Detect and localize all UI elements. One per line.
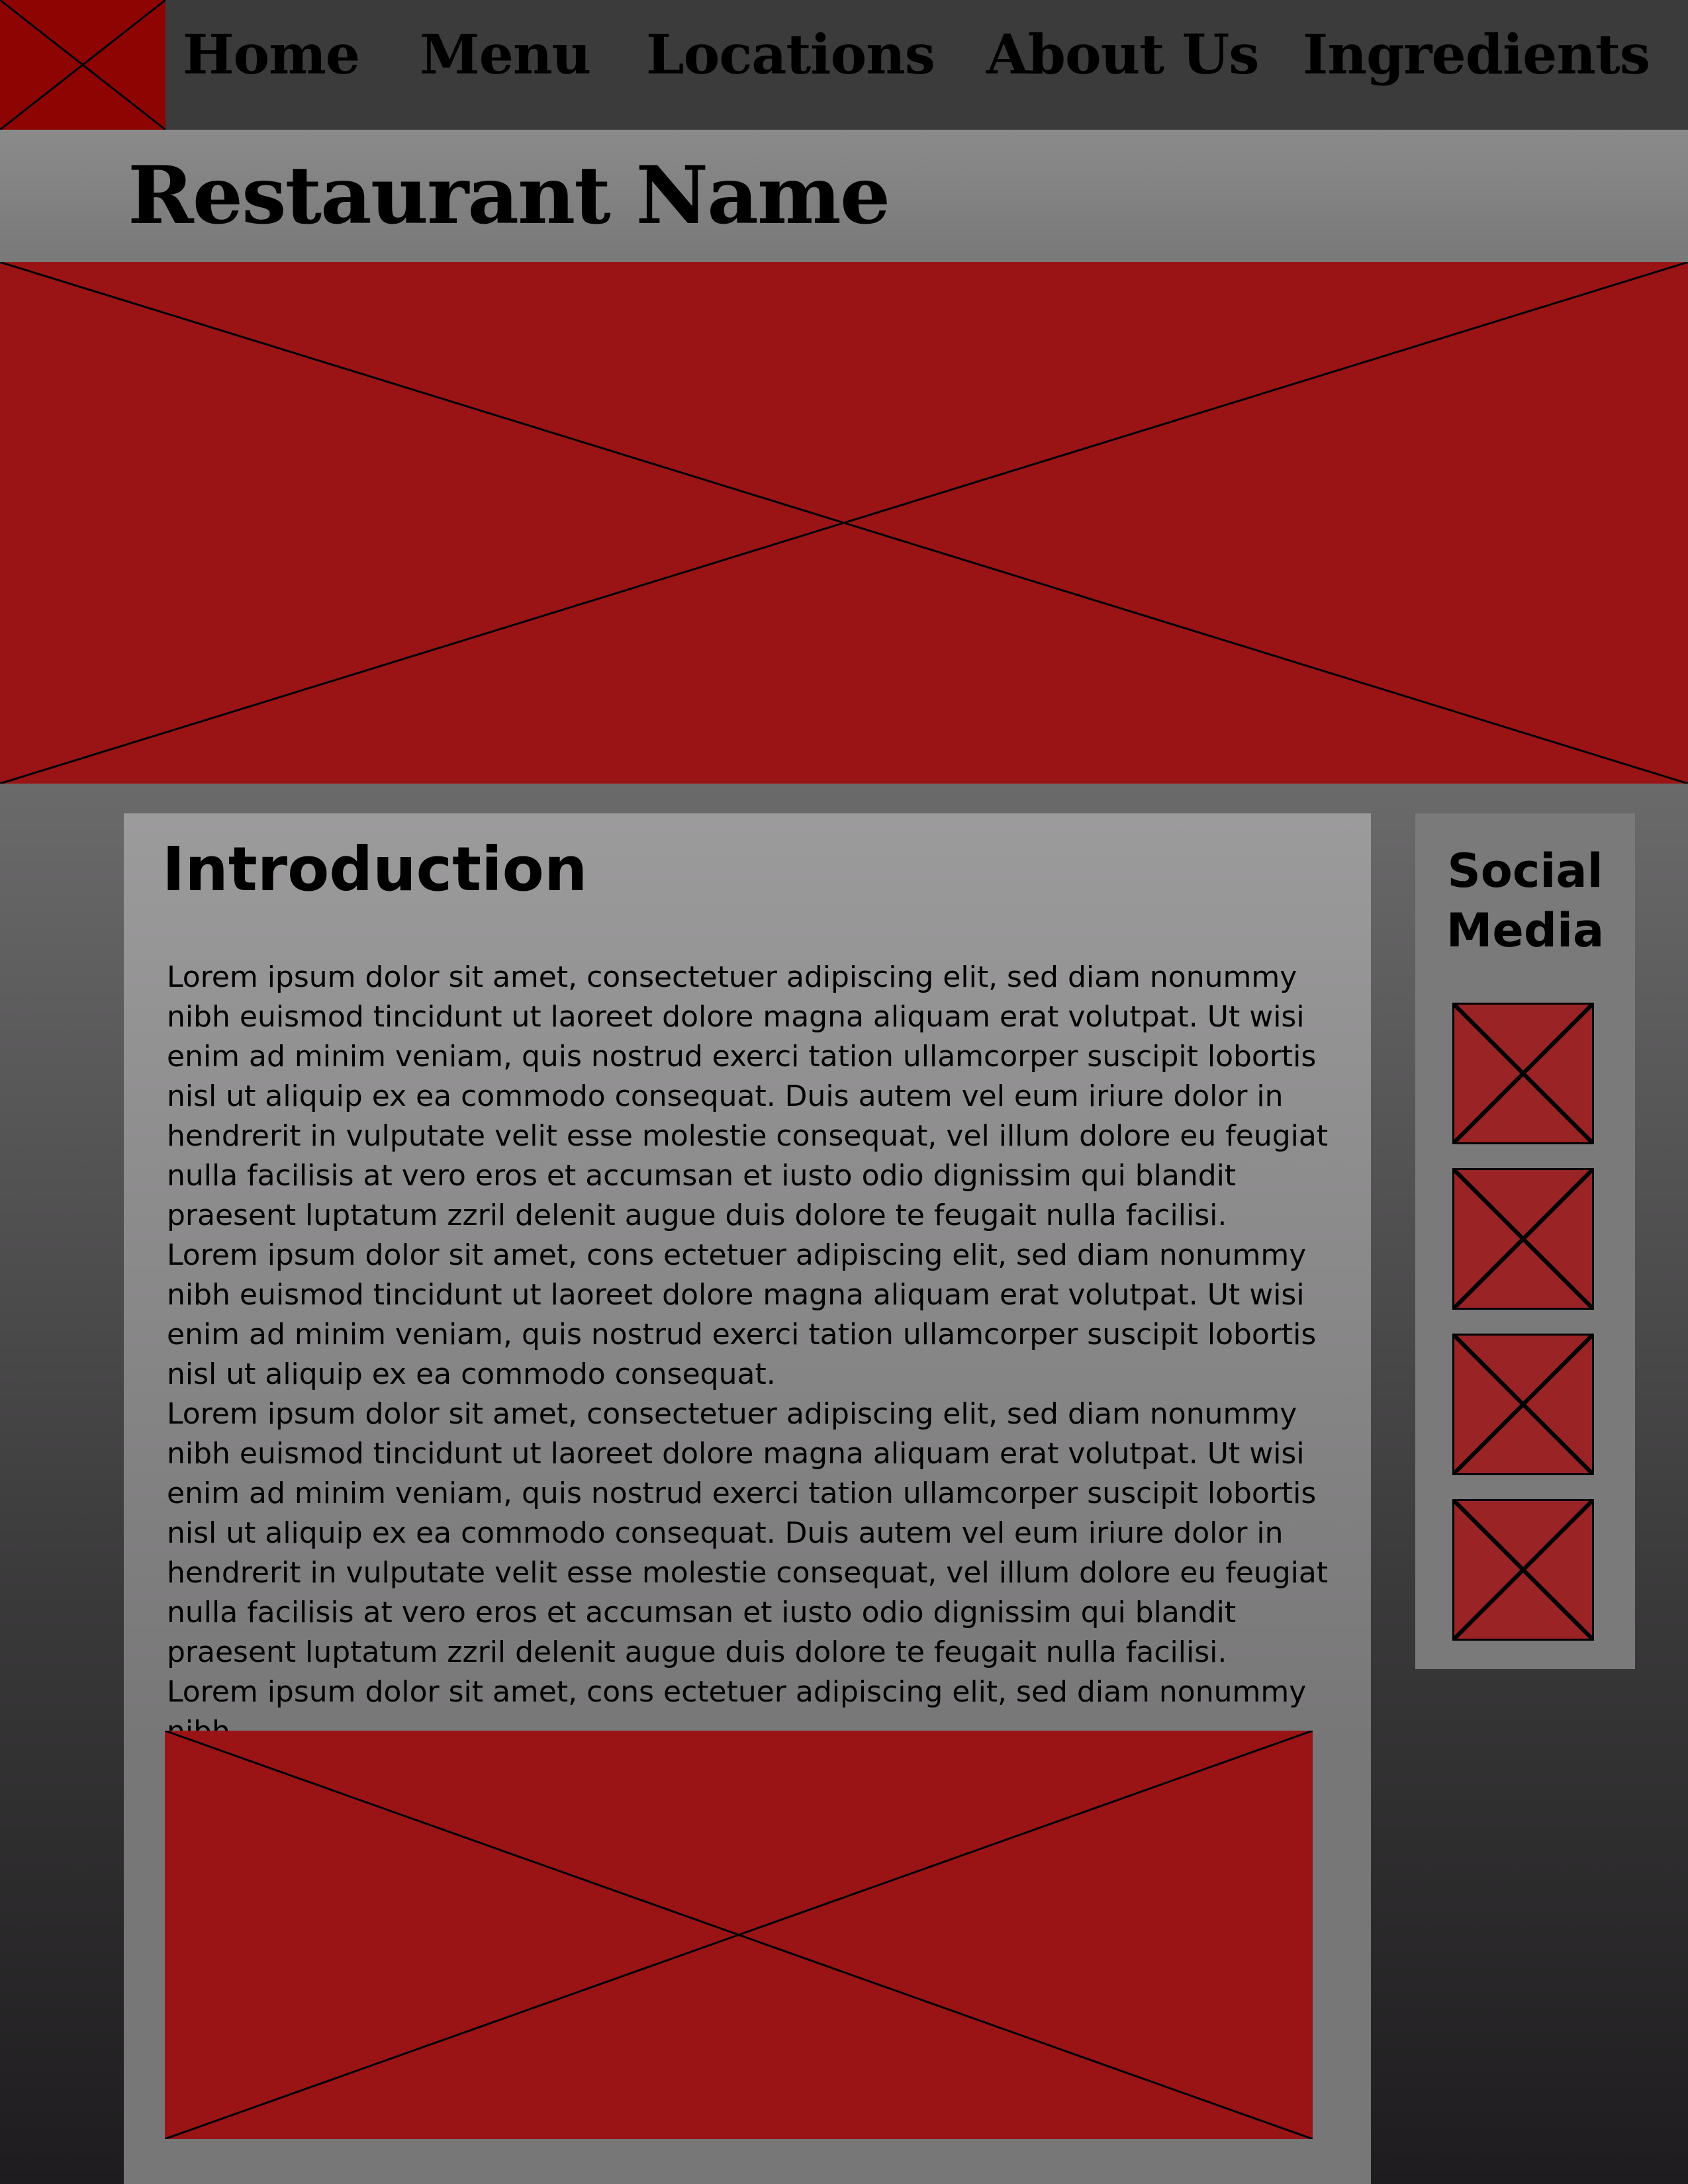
- nav-item-about-us[interactable]: About Us: [986, 19, 1259, 91]
- social-media-heading: Social Media: [1446, 844, 1605, 958]
- paragraph: Lorem ipsum dolor sit amet, consectetuer…: [167, 960, 1329, 1232]
- paragraph: Lorem ipsum dolor sit amet, cons ectetue…: [167, 1238, 1317, 1391]
- introduction-text: Lorem ipsum dolor sit amet, consectetuer…: [167, 958, 1338, 1752]
- content-image-placeholder: [165, 1731, 1313, 2139]
- paragraph: Lorem ipsum dolor sit amet, consectetuer…: [167, 1397, 1329, 1669]
- hero-image-placeholder: [0, 262, 1688, 784]
- introduction-heading: Introduction: [162, 834, 588, 905]
- nav-item-menu[interactable]: Menu: [420, 19, 591, 91]
- header-band: Restaurant Name: [0, 130, 1688, 262]
- logo-placeholder-icon[interactable]: [0, 0, 165, 130]
- nav-item-ingredients[interactable]: Ingredients: [1303, 19, 1650, 91]
- top-nav-bar: Home Menu Locations About Us Ingredients: [0, 0, 1688, 130]
- placeholder-image-icon: [165, 1731, 1313, 2139]
- introduction-panel: Introduction Lorem ipsum dolor sit amet,…: [124, 813, 1371, 2184]
- social-media-panel: Social Media: [1415, 813, 1635, 1669]
- nav-item-locations[interactable]: Locations: [646, 19, 935, 91]
- site-title: Restaurant Name: [128, 149, 890, 242]
- social-link-1-icon[interactable]: [1452, 1003, 1594, 1144]
- social-link-3-icon[interactable]: [1452, 1334, 1594, 1475]
- placeholder-image-icon: [0, 262, 1688, 784]
- social-link-2-icon[interactable]: [1452, 1168, 1594, 1310]
- social-link-4-icon[interactable]: [1452, 1499, 1594, 1641]
- nav-item-home[interactable]: Home: [183, 19, 360, 91]
